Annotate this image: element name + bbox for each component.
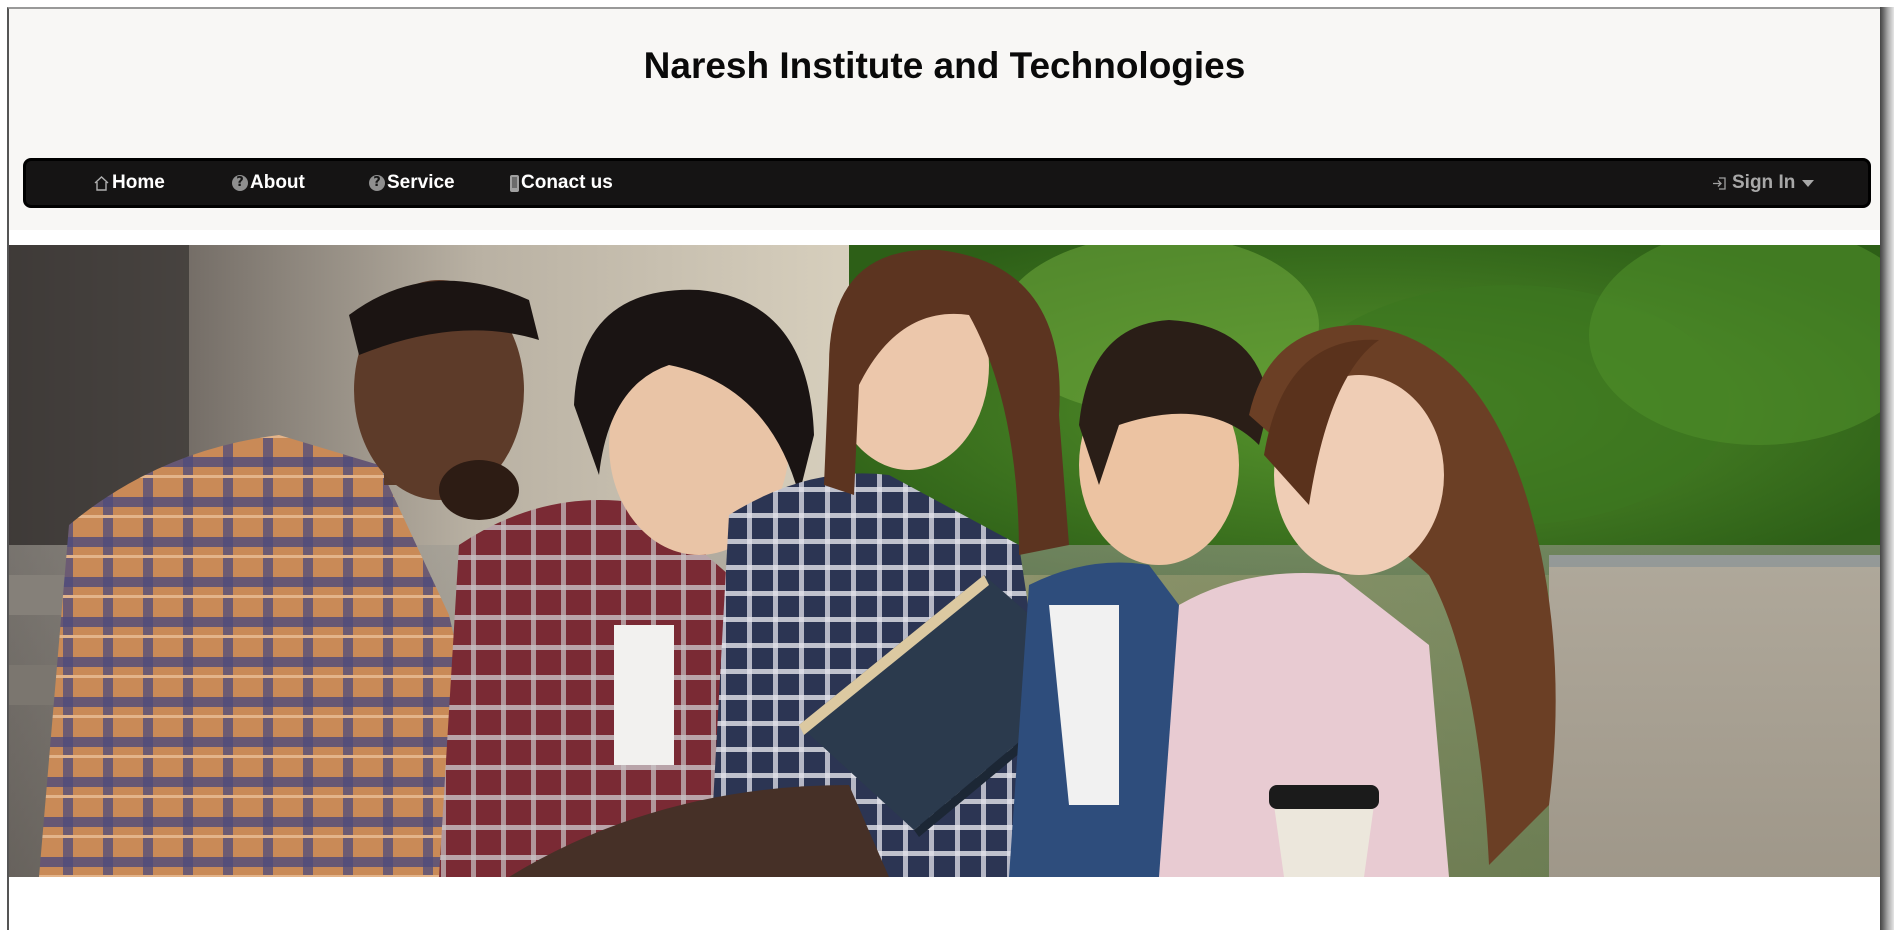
hero-image	[9, 245, 1880, 877]
nav-contact[interactable]: Conact us	[510, 161, 613, 205]
site-title: Naresh Institute and Technologies	[643, 45, 1246, 86]
browser-viewport: Naresh Institute and Technologies Home ?…	[7, 7, 1880, 930]
nav-about[interactable]: ? About	[232, 161, 305, 205]
nav-home[interactable]: Home	[93, 161, 165, 205]
question-icon: ?	[232, 175, 248, 191]
nav-about-label: About	[250, 172, 305, 193]
nav-service-label: Service	[387, 172, 455, 193]
question-icon: ?	[369, 175, 385, 191]
caret-down-icon	[1801, 178, 1815, 188]
phone-icon	[510, 174, 519, 192]
nav-home-label: Home	[112, 172, 165, 193]
window-edge-shadow	[1880, 7, 1894, 930]
sign-in-label: Sign In	[1732, 172, 1796, 193]
sign-in-icon	[1711, 175, 1728, 192]
home-icon	[93, 175, 110, 192]
main-navbar: Home ? About ? Service Conact us Sign In	[23, 158, 1871, 208]
nav-contact-label: Conact us	[521, 172, 613, 193]
site-header: Naresh Institute and Technologies Home ?…	[9, 9, 1880, 230]
sign-in-dropdown[interactable]: Sign In	[1711, 161, 1817, 205]
students-photo	[9, 245, 1880, 877]
nav-service[interactable]: ? Service	[369, 161, 455, 205]
